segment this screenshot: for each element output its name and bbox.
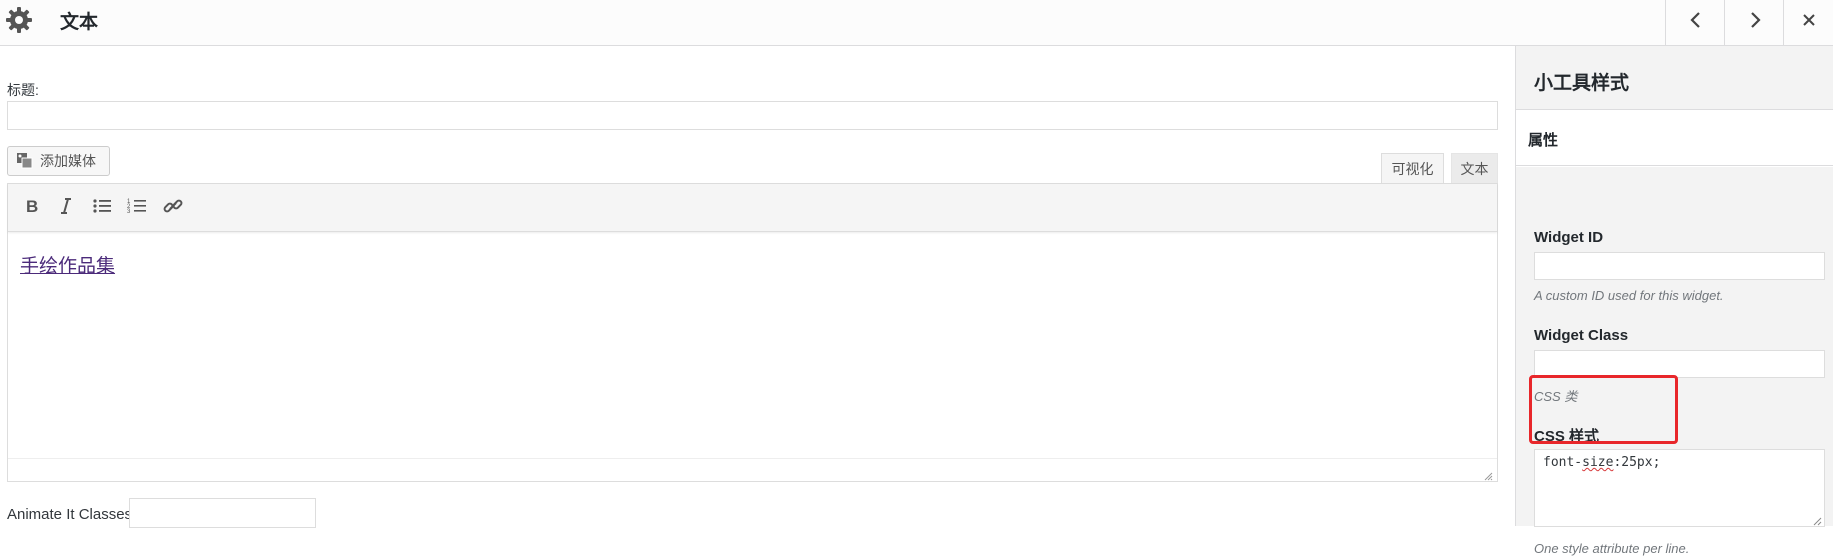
chevron-left-icon [1685, 9, 1707, 36]
chevron-right-icon [1744, 9, 1766, 36]
bulleted-list-icon [92, 196, 112, 221]
bulleted-list-button[interactable] [88, 194, 116, 222]
editor-statusbar [8, 458, 1497, 481]
widget-style-panel: 小工具样式 属性 Widget ID A custom ID used for … [1515, 46, 1833, 556]
tab-text[interactable]: 文本 [1451, 153, 1498, 184]
editor-toolbar: B 123 [8, 184, 1497, 232]
numbered-list-button[interactable]: 123 [123, 194, 151, 222]
rich-text-editor[interactable]: B 123 手绘作品集 [7, 183, 1498, 482]
widget-id-input[interactable] [1534, 252, 1825, 280]
section-title: 属性 [1528, 132, 1559, 149]
animate-it-classes-label: Animate It Classes [7, 506, 133, 523]
next-button[interactable] [1724, 0, 1784, 45]
bold-button[interactable]: B [18, 194, 46, 222]
css-style-value-suffix: :25px; [1613, 455, 1661, 470]
widget-class-label: Widget Class [1534, 327, 1629, 344]
section-header[interactable] [1516, 110, 1833, 166]
numbered-list-icon: 123 [127, 196, 147, 221]
widget-id-label: Widget ID [1534, 229, 1604, 246]
resize-handle-icon[interactable] [1483, 468, 1493, 481]
prev-button[interactable] [1665, 0, 1725, 45]
svg-text:B: B [26, 197, 38, 216]
css-style-value-prefix: font- [1543, 455, 1583, 470]
tab-visual[interactable]: 可视化 [1381, 153, 1444, 184]
italic-icon [56, 196, 76, 221]
add-media-label: 添加媒体 [40, 153, 96, 169]
title-input[interactable] [7, 101, 1498, 130]
panel-title: 小工具样式 [1534, 73, 1630, 94]
add-media-button[interactable]: 添加媒体 [7, 146, 110, 176]
widget-id-desc: A custom ID used for this widget. [1534, 288, 1724, 303]
close-icon [1798, 9, 1820, 36]
gear-icon[interactable] [4, 5, 34, 35]
highlight-box [1529, 375, 1678, 444]
widget-class-input[interactable] [1534, 350, 1825, 378]
link-button[interactable] [159, 194, 187, 222]
page-title: 文本 [60, 12, 99, 33]
top-bar: 文本 [0, 0, 1833, 46]
bold-icon: B [22, 196, 42, 221]
close-button[interactable] [1783, 0, 1833, 45]
panel-header: 小工具样式 [1516, 46, 1833, 110]
title-label: 标题: [7, 82, 39, 98]
css-style-desc: One style attribute per line. [1534, 541, 1690, 556]
svg-text:3: 3 [127, 209, 131, 215]
media-icon [16, 152, 36, 170]
link-icon [163, 196, 183, 221]
italic-button[interactable] [52, 194, 80, 222]
css-style-textarea[interactable]: font-size:25px; [1534, 449, 1825, 527]
panel-body: Widget ID A custom ID used for this widg… [1516, 167, 1833, 556]
textarea-resize-icon[interactable] [1813, 515, 1822, 526]
editor-content-link[interactable]: 手绘作品集 [20, 251, 115, 278]
css-style-value-marked: size [1582, 455, 1614, 470]
animate-it-classes-input[interactable] [129, 498, 316, 528]
